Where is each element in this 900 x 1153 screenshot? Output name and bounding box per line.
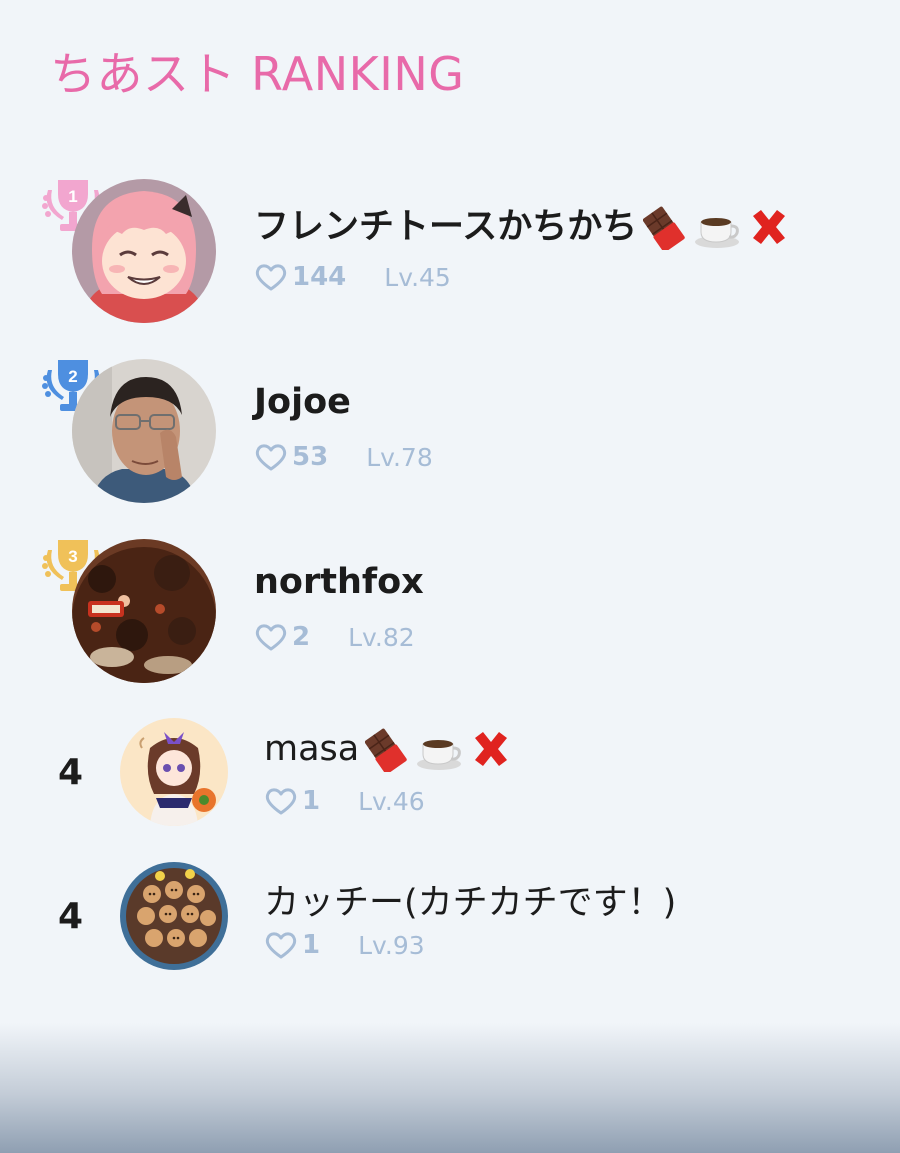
page-title: ちあスト RANKING (50, 47, 465, 101)
heart-icon[interactable] (264, 786, 298, 816)
chocolate-bar-icon (365, 728, 407, 772)
user-stats: 2 Lv.82 (254, 622, 415, 652)
trophy-rank-label: 2 (68, 367, 77, 386)
heart-icon[interactable] (254, 262, 288, 292)
rank-number: 4 (58, 896, 84, 937)
user-level: Lv.82 (348, 622, 415, 652)
user-name[interactable]: Jojoe (254, 382, 351, 422)
ranking-row-4[interactable]: 4 masa 1 Lv.46 (0, 712, 900, 832)
red-cross-mark-icon (475, 732, 508, 766)
ranking-row-5[interactable]: 4 カッチー(カチカチです！) 1 Lv.93 (0, 856, 900, 976)
avatar[interactable] (120, 718, 228, 826)
trophy-rank-label: 3 (68, 547, 77, 566)
avatar[interactable] (72, 359, 216, 503)
user-stats: 53 Lv.78 (254, 442, 433, 472)
like-count: 1 (302, 786, 321, 816)
ranking-row-3[interactable]: 3 northfox 2 Lv.82 (0, 532, 900, 692)
coffee-cup-icon (417, 740, 462, 770)
user-level: Lv.45 (384, 262, 451, 292)
user-name[interactable]: カッチー(カチカチです！) (264, 874, 676, 925)
coffee-cup-icon (695, 218, 740, 248)
like-count: 144 (292, 262, 347, 292)
heart-icon[interactable] (264, 930, 298, 960)
like-count: 1 (302, 930, 321, 960)
user-stats: 144 Lv.45 (254, 262, 451, 292)
avatar[interactable] (72, 539, 216, 683)
red-cross-mark-icon (753, 210, 786, 244)
ranking-row-1[interactable]: 1 フレンチトースかちかち 144 Lv.45 (0, 170, 900, 330)
trophy-rank-label: 1 (68, 187, 77, 206)
heart-icon[interactable] (254, 442, 288, 472)
user-stats: 1 Lv.46 (264, 786, 425, 816)
ranking-row-2[interactable]: 2 Jojoe 53 Lv.78 (0, 352, 900, 512)
user-name-text: masa (264, 729, 360, 769)
user-level: Lv.93 (358, 930, 425, 960)
rank-number: 4 (58, 752, 84, 793)
user-name[interactable]: フレンチトースかちかち (254, 198, 791, 250)
heart-icon[interactable] (254, 622, 288, 652)
bottom-fade-overlay (0, 1023, 900, 1153)
user-name-text: フレンチトースかちかち (254, 207, 638, 247)
avatar[interactable] (72, 179, 216, 323)
avatar[interactable] (120, 862, 228, 970)
chocolate-bar-icon (643, 206, 685, 250)
like-count: 53 (292, 442, 329, 472)
user-name[interactable]: masa (264, 728, 513, 772)
user-level: Lv.78 (366, 442, 433, 472)
user-level: Lv.46 (358, 786, 425, 816)
user-name[interactable]: northfox (254, 562, 424, 602)
user-stats: 1 Lv.93 (264, 930, 425, 960)
like-count: 2 (292, 622, 311, 652)
